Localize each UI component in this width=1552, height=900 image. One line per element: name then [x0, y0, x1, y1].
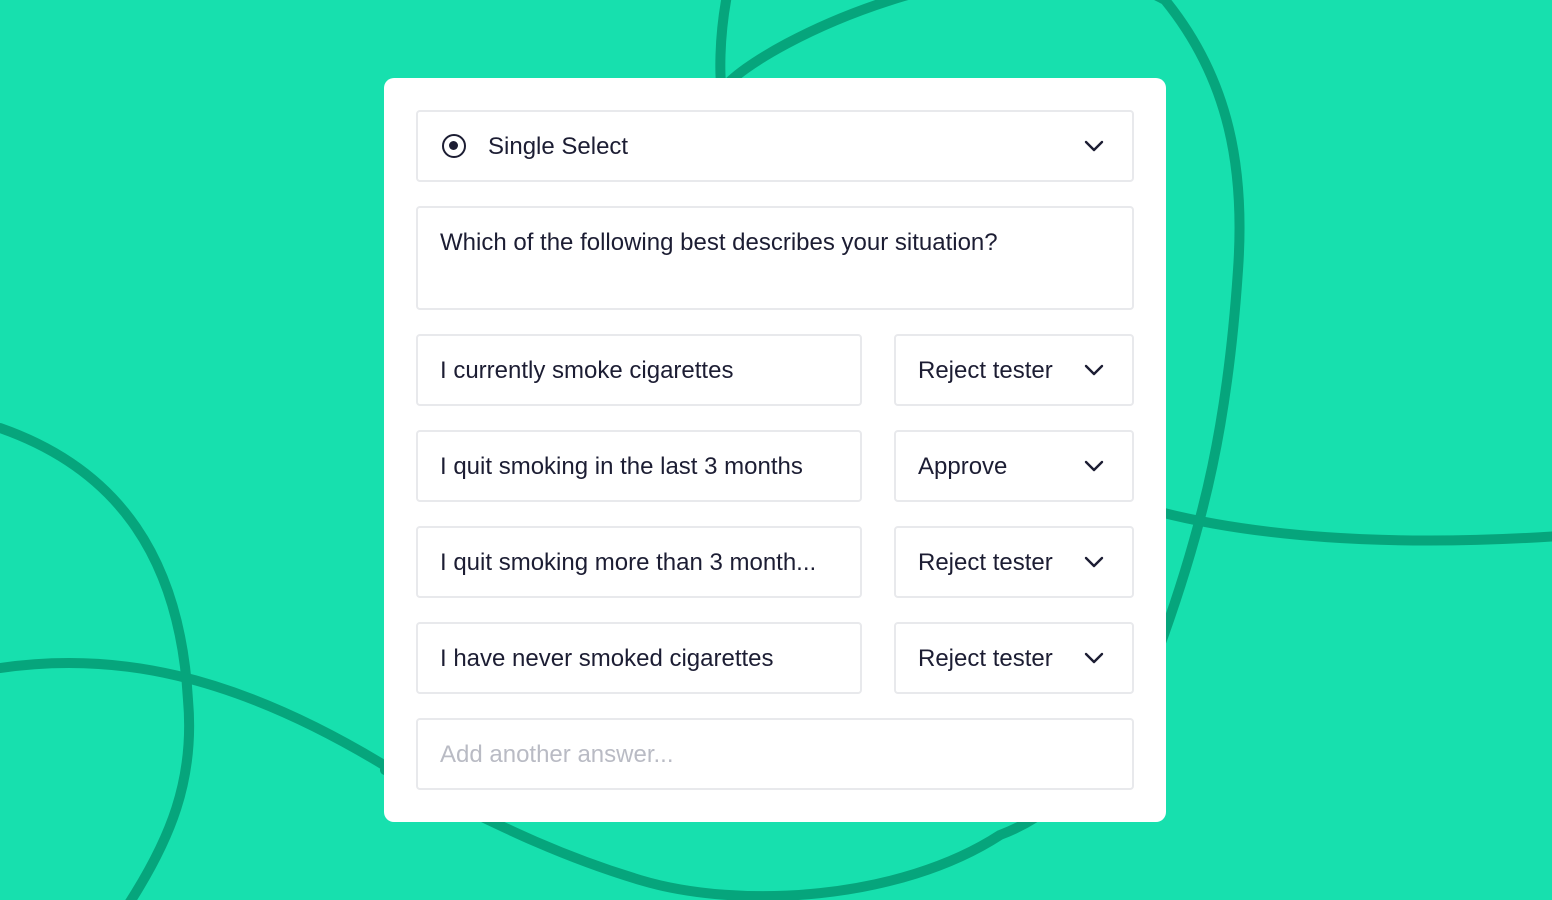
answer-text: I currently smoke cigarettes — [440, 357, 734, 384]
answer-text: I quit smoking more than 3 month... — [440, 549, 817, 576]
chevron-down-icon — [1084, 460, 1104, 472]
add-answer-placeholder: Add another answer... — [440, 741, 674, 768]
answer-rule-label: Reject tester — [918, 549, 1053, 576]
answer-rule-dropdown-2[interactable]: Approve — [894, 430, 1134, 502]
chevron-down-icon — [1084, 364, 1104, 376]
answer-text: I have never smoked cigarettes — [440, 645, 774, 672]
question-type-label: Single Select — [488, 133, 629, 160]
answer-input-1[interactable]: I currently smoke cigarettes — [416, 334, 862, 406]
question-editor-card: Single Select Which of the following bes… — [384, 78, 1166, 822]
answer-rule-dropdown-1[interactable]: Reject tester — [894, 334, 1134, 406]
radio-selected-icon — [442, 134, 466, 158]
answer-input-2[interactable]: I quit smoking in the last 3 months — [416, 430, 862, 502]
answer-rule-dropdown-4[interactable]: Reject tester — [894, 622, 1134, 694]
chevron-down-icon — [1084, 556, 1104, 568]
answer-rule-label: Reject tester — [918, 357, 1053, 384]
answer-rule-dropdown-3[interactable]: Reject tester — [894, 526, 1134, 598]
chevron-down-icon — [1084, 652, 1104, 664]
answer-text: I quit smoking in the last 3 months — [440, 453, 803, 480]
chevron-down-icon — [1084, 140, 1104, 152]
question-text-field[interactable]: Which of the following best describes yo… — [416, 206, 1134, 310]
answer-rule-label: Approve — [918, 453, 1008, 480]
add-answer-input[interactable]: Add another answer... — [416, 718, 1134, 790]
question-type-dropdown[interactable]: Single Select — [416, 110, 1134, 182]
answer-rule-label: Reject tester — [918, 645, 1053, 672]
question-text: Which of the following best describes yo… — [440, 229, 998, 256]
answer-input-4[interactable]: I have never smoked cigarettes — [416, 622, 862, 694]
answer-input-3[interactable]: I quit smoking more than 3 month... — [416, 526, 862, 598]
